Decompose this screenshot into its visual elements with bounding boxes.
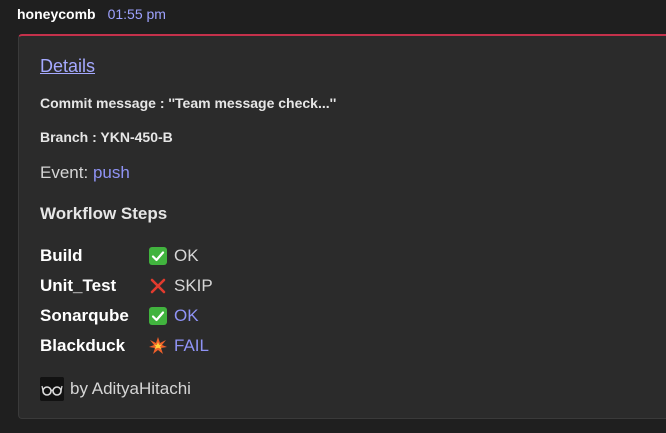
workflow-steps: Build OK Unit_Test SKIP Sonarqube OK Bla… bbox=[40, 241, 213, 361]
step-status-text: FAIL bbox=[174, 336, 209, 355]
step-status-text: OK bbox=[174, 246, 199, 265]
step-status: SKIP bbox=[149, 276, 213, 296]
author-text: by AdityaHitachi bbox=[70, 379, 191, 398]
step-name: Sonarqube bbox=[40, 306, 129, 325]
event-label: Event: bbox=[40, 163, 89, 182]
commit-message: Commit message : ''Team message check...… bbox=[40, 95, 337, 111]
details-link[interactable]: Details bbox=[40, 56, 95, 77]
step-status-text: SKIP bbox=[174, 276, 213, 295]
step-row-sonarqube: Sonarqube OK bbox=[40, 301, 213, 331]
step-status-text: OK bbox=[174, 306, 199, 325]
footer: by AdityaHitachi bbox=[40, 377, 191, 401]
step-name: Blackduck bbox=[40, 336, 126, 355]
cross-icon bbox=[150, 278, 166, 294]
event-value: push bbox=[92, 163, 130, 182]
workflow-card: Details Commit message : ''Team message … bbox=[18, 34, 666, 419]
avatar-icon bbox=[40, 377, 64, 401]
step-row-unit-test: Unit_Test SKIP bbox=[40, 271, 213, 301]
check-icon bbox=[149, 307, 167, 325]
explosion-icon bbox=[149, 337, 167, 354]
event-line: Event: push bbox=[40, 163, 130, 183]
step-status: OK bbox=[149, 306, 199, 326]
step-name: Unit_Test bbox=[40, 276, 117, 295]
steps-title: Workflow Steps bbox=[40, 204, 168, 223]
step-row-build: Build OK bbox=[40, 241, 213, 271]
step-status: FAIL bbox=[149, 336, 209, 356]
message-header: honeycomb 01:55 pm bbox=[17, 6, 166, 26]
branch-label: Branch : YKN-450-B bbox=[40, 129, 173, 145]
step-status: OK bbox=[149, 246, 199, 266]
sender-name[interactable]: honeycomb bbox=[17, 6, 96, 22]
check-icon bbox=[149, 247, 167, 265]
step-name: Build bbox=[40, 246, 83, 265]
message-time: 01:55 pm bbox=[107, 6, 166, 22]
step-row-blackduck: Blackduck FAIL bbox=[40, 331, 213, 361]
chat-message: honeycomb 01:55 pm Details Commit messag… bbox=[0, 0, 666, 433]
